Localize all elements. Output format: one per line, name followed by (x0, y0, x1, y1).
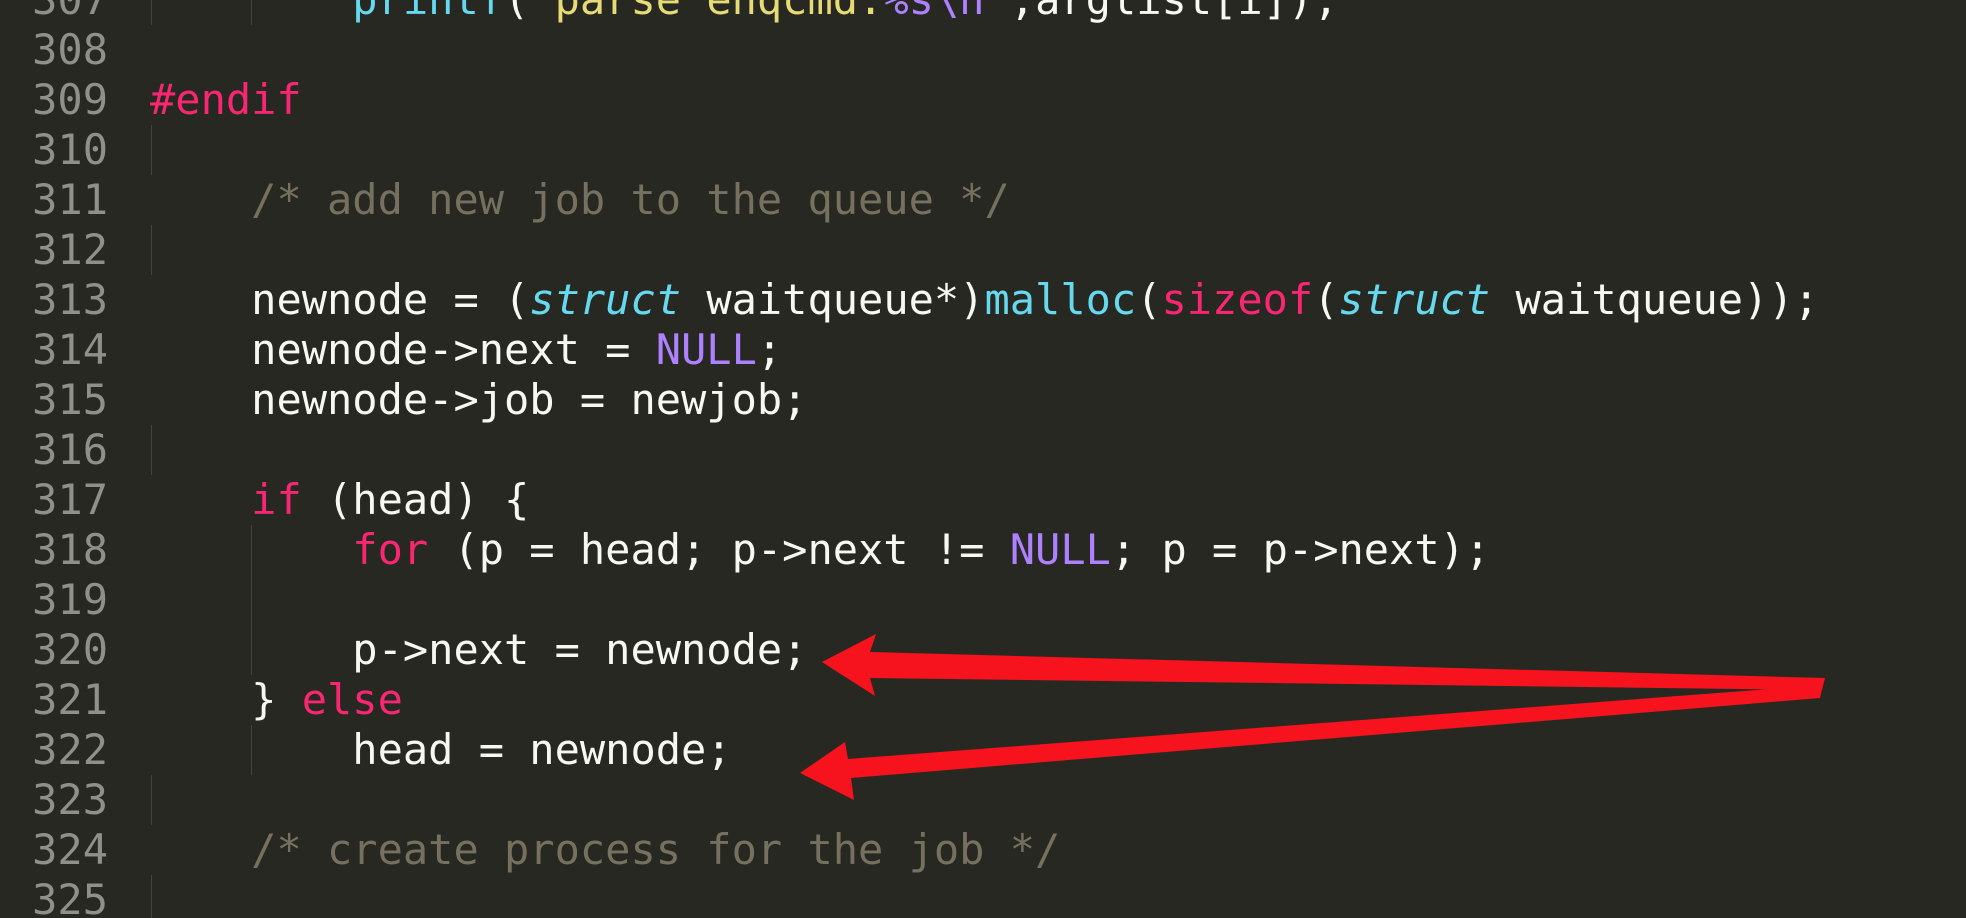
code-token: head = newnode; (352, 725, 732, 774)
line-number: 322 (32, 725, 108, 774)
code-token: printf (352, 0, 504, 24)
line-number: 323 (32, 775, 108, 824)
code-token: (head) { (301, 475, 530, 524)
line-text[interactable]: newnode = (struct waitqueue*)malloc(size… (150, 275, 1819, 325)
code-token: " (984, 0, 1009, 24)
line-number: 320 (32, 625, 108, 674)
line-text[interactable]: } else (150, 675, 403, 725)
arrow-to-line-320 (822, 634, 1825, 696)
line-text[interactable]: newnode->next = NULL; (150, 325, 782, 375)
code-token: ; p = p->next); (1110, 525, 1491, 574)
code-token: (p = head; p->next != (428, 525, 1010, 574)
code-token: sizeof (1161, 275, 1314, 324)
line-number: 316 (32, 425, 108, 474)
line-number: 312 (32, 225, 108, 274)
line-number: 308 (32, 25, 108, 74)
code-token: } (251, 675, 302, 724)
code-token: ,arglist[i]); (1010, 0, 1339, 24)
line-number: 311 (32, 175, 108, 224)
line-text[interactable]: newnode->job = newjob; (150, 375, 807, 425)
code-token: newnode->next = (251, 325, 656, 374)
indent-guide (151, 425, 152, 475)
code-token: p->next = newnode; (352, 625, 808, 674)
code-editor[interactable]: 307 printf("parse enqcmd:%s\n",arglist[i… (0, 0, 1966, 918)
line-number: 315 (32, 375, 108, 424)
line-text[interactable]: printf("parse enqcmd:%s\n",arglist[i]); (150, 0, 1339, 25)
indent-guide (251, 575, 252, 625)
code-token: NULL (1009, 525, 1111, 574)
line-text[interactable]: head = newnode; (150, 725, 732, 775)
arrow-to-line-322 (800, 685, 1823, 800)
line-text[interactable]: p->next = newnode; (150, 625, 807, 675)
code-token: struct (529, 275, 682, 324)
line-number: 319 (32, 575, 108, 624)
code-token: for (352, 525, 429, 574)
code-token: ( (504, 0, 529, 24)
code-token: ; (756, 325, 783, 374)
code-token: if (251, 475, 302, 524)
line-number: 318 (32, 525, 108, 574)
line-number: 325 (32, 875, 108, 918)
code-token: waitqueue*) (681, 275, 985, 324)
code-token: /* create process for the job */ (251, 825, 1061, 874)
line-number: 313 (32, 275, 108, 324)
code-token: newnode = ( (251, 275, 530, 324)
line-number: 324 (32, 825, 108, 874)
line-text[interactable]: /* add new job to the queue */ (150, 175, 1010, 225)
code-token: struct (1338, 275, 1491, 324)
code-token: waitqueue)); (1490, 275, 1819, 324)
indent-guide (151, 225, 152, 275)
line-number: 314 (32, 325, 108, 374)
code-token: NULL (655, 325, 757, 374)
code-token: newnode->job = newjob; (251, 375, 808, 424)
line-text[interactable]: #endif (150, 75, 302, 125)
indent-guide (151, 775, 152, 825)
code-token: %s\n (883, 0, 984, 24)
indent-guide (151, 875, 152, 918)
line-number: 321 (32, 675, 108, 724)
code-token: ( (1136, 275, 1162, 324)
line-text[interactable]: if (head) { (150, 475, 529, 525)
line-number: 307 (0, 0, 108, 25)
line-text[interactable]: for (p = head; p->next != NULL; p = p->n… (150, 525, 1490, 575)
line-text[interactable]: /* create process for the job */ (150, 825, 1060, 875)
line-number: 310 (32, 125, 108, 174)
line-number: 317 (32, 475, 108, 524)
line-number: 309 (32, 75, 108, 124)
code-token: malloc (984, 275, 1137, 324)
code-token: else (301, 675, 403, 724)
code-token: "parse enqcmd: (529, 0, 883, 24)
code-token: /* add new job to the queue */ (251, 175, 1010, 224)
annotation-layer (800, 634, 1825, 800)
code-token: ( (1313, 275, 1339, 324)
code-token: #endif (150, 75, 302, 124)
indent-guide (151, 125, 152, 175)
